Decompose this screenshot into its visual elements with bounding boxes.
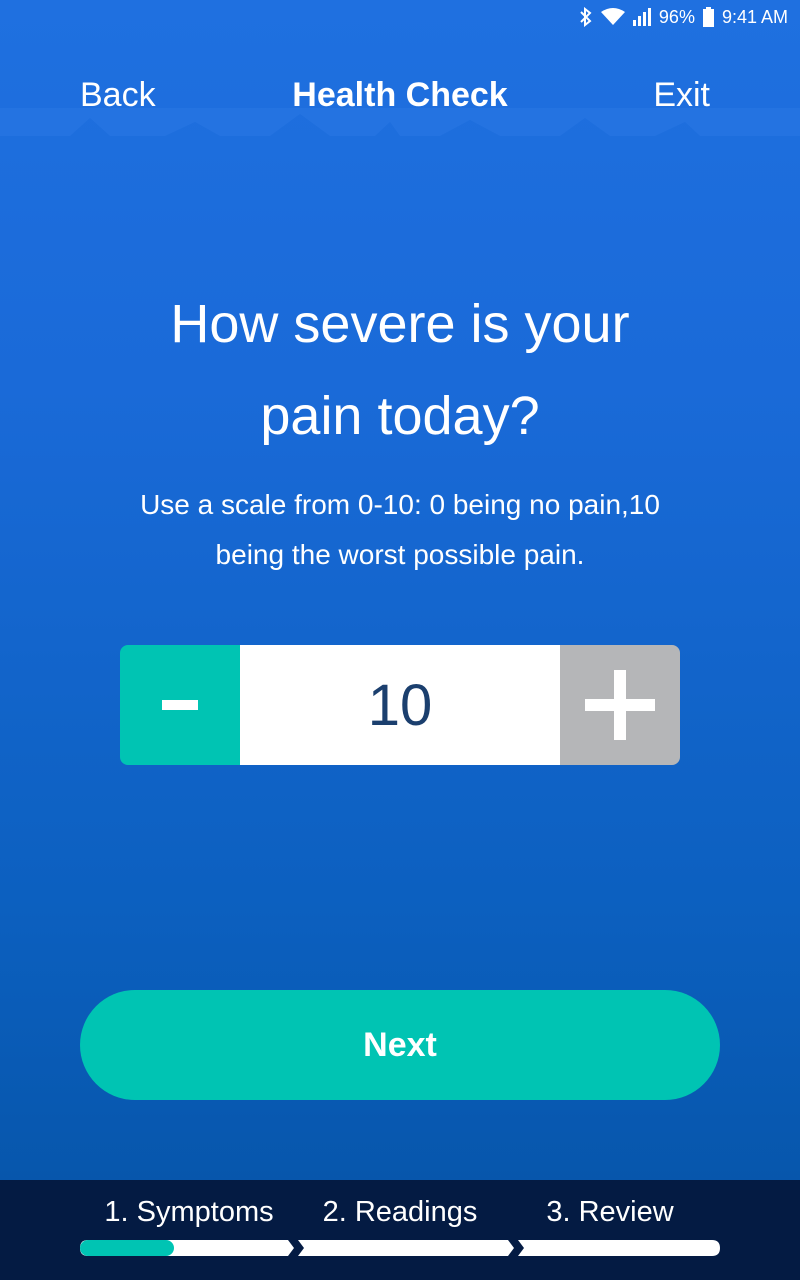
- question-instructions: Use a scale from 0-10: 0 being no pain,1…: [100, 480, 700, 580]
- battery-percent: 96%: [658, 6, 695, 27]
- progress-segment-readings: [298, 1240, 514, 1256]
- minus-icon: [162, 700, 198, 710]
- next-button[interactable]: Next: [80, 990, 720, 1100]
- increment-button[interactable]: [560, 645, 680, 765]
- question-heading: How severe is your pain today?: [80, 278, 720, 462]
- instruction-line-1: Use a scale from 0-10: 0 being no pain,1…: [140, 489, 660, 520]
- question-line-2: pain today?: [260, 386, 540, 446]
- battery-icon: [702, 7, 714, 27]
- pain-level-stepper: 10: [120, 645, 680, 765]
- wifi-icon: [600, 8, 625, 26]
- progress-fill: [80, 1240, 174, 1256]
- progress-segment-review: [518, 1240, 720, 1256]
- status-bar: 96% 9:41 AM: [0, 0, 800, 34]
- step-progress-bar: [80, 1240, 720, 1256]
- step-label-symptoms: 1. Symptoms: [104, 1196, 274, 1228]
- header-wave-divider: [0, 108, 800, 136]
- question-line-1: How severe is your: [170, 294, 630, 354]
- progress-footer: 1. Symptoms 2. Readings 3. Review: [0, 1180, 800, 1280]
- step-label-readings: 2. Readings: [322, 1196, 478, 1228]
- pain-level-value: 10: [240, 645, 560, 765]
- decrement-button[interactable]: [120, 645, 240, 765]
- bluetooth-icon: [579, 7, 593, 27]
- step-label-review: 3. Review: [546, 1196, 674, 1228]
- signal-icon: [632, 8, 651, 26]
- instruction-line-2: being the worst possible pain.: [215, 539, 585, 570]
- plus-icon: [585, 670, 655, 740]
- clock: 9:41 AM: [721, 6, 788, 27]
